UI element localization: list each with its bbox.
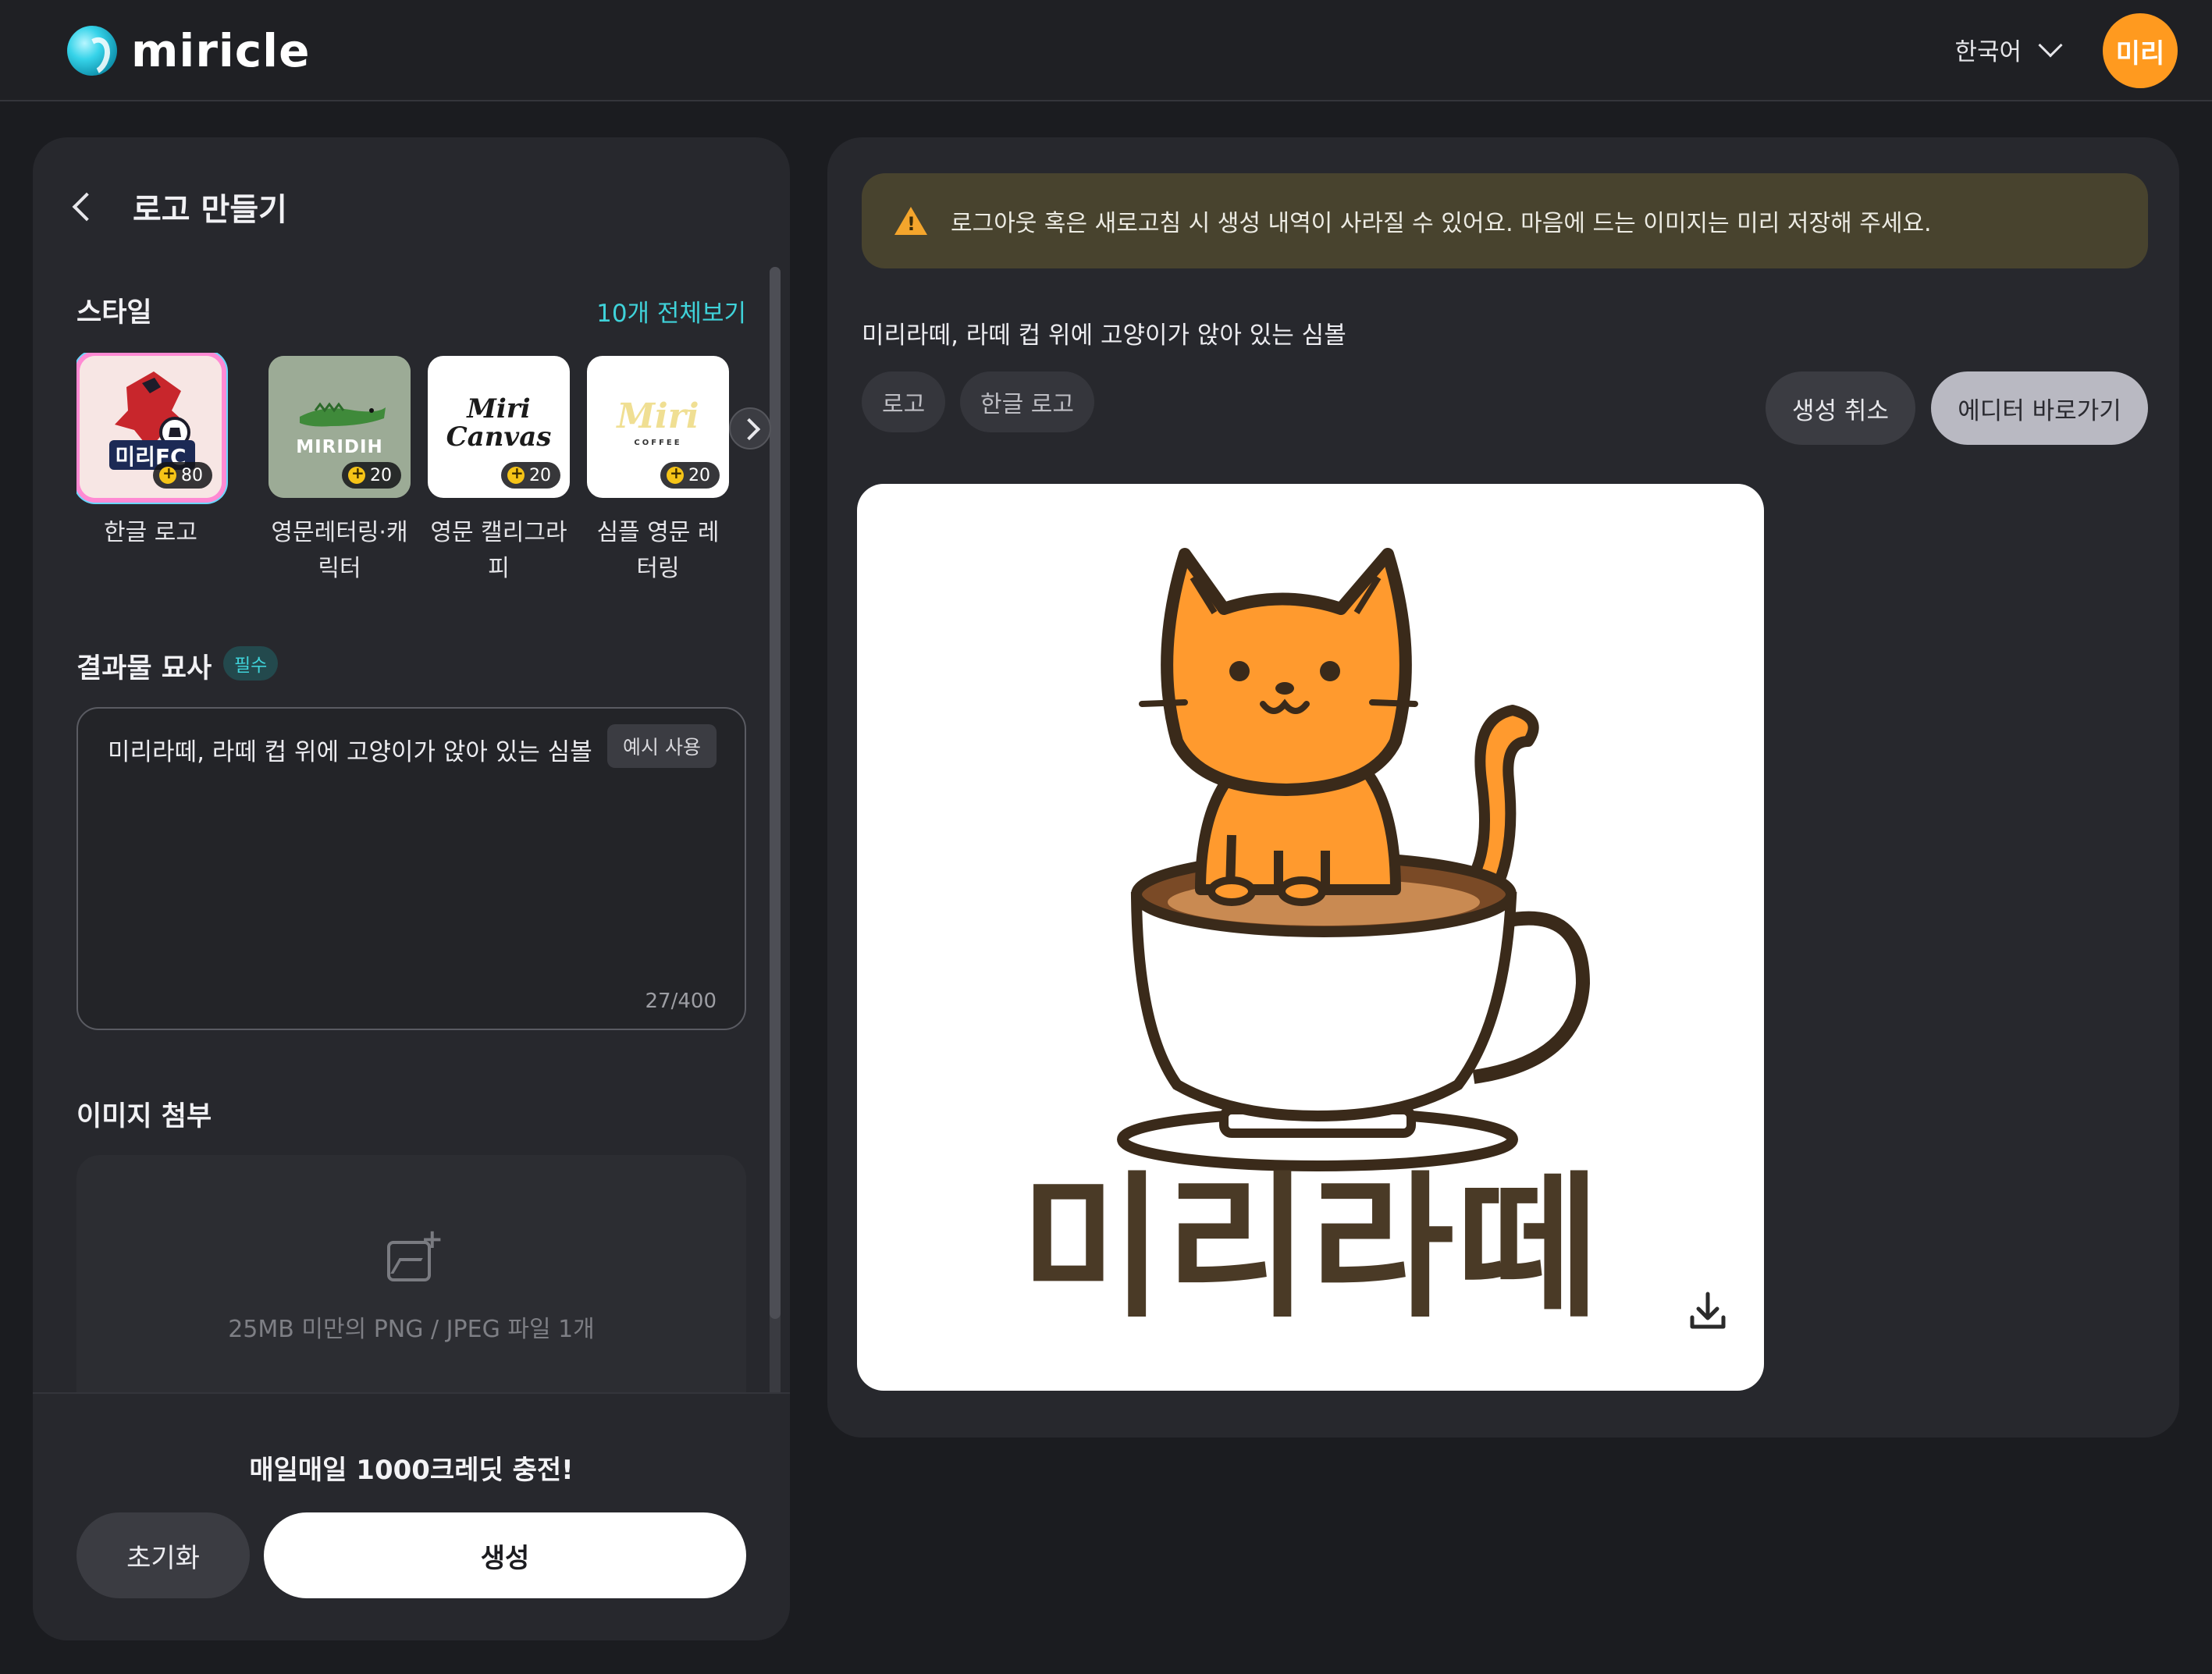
style-label: 영문레터링·캐릭터 xyxy=(271,519,408,582)
thumb-subtext: COFFEE xyxy=(634,439,682,447)
panel-header: 로고 만들기 xyxy=(72,184,287,229)
style-carousel: 미리FC 80 한글 로고 MIRIDIH 20 xyxy=(76,353,746,587)
credit-badge: 20 xyxy=(660,462,720,489)
required-badge: 필수 xyxy=(223,646,279,681)
credit-count: 20 xyxy=(370,465,392,485)
description-value: 미리라떼, 라떼 컵 위에 고양이가 앉아 있는 심볼 xyxy=(108,738,592,766)
add-image-icon xyxy=(387,1224,443,1281)
tag-chip-logo: 로고 xyxy=(862,371,946,432)
download-icon[interactable] xyxy=(1684,1288,1731,1335)
brand-logo[interactable]: miricle xyxy=(67,23,310,78)
scrollbar-thumb[interactable] xyxy=(770,267,781,1319)
language-label: 한국어 xyxy=(1954,37,2022,66)
panel-scrollbar[interactable] xyxy=(770,267,781,1452)
credit-count: 20 xyxy=(529,465,551,485)
use-example-button[interactable]: 예시 사용 xyxy=(607,724,717,768)
style-thumbnail: Miri Canvas 20 xyxy=(428,356,570,498)
credit-badge: 20 xyxy=(342,462,401,489)
upload-hint: 25MB 미만의 PNG / JPEG 파일 1개 xyxy=(228,1316,595,1343)
style-section-label: 스타일 xyxy=(76,297,152,329)
thumb-text: Miri Canvas xyxy=(446,393,552,453)
credit-count: 20 xyxy=(688,465,710,485)
warning-icon xyxy=(894,207,927,235)
logo-wordmark: 미리라떼 xyxy=(1019,1157,1601,1339)
result-prompt: 미리라떼, 라떼 컵 위에 고양이가 앉아 있는 심볼 xyxy=(862,322,1346,350)
warning-banner: 로그아웃 혹은 새로고침 시 생성 내역이 사라질 수 있어요. 마음에 드는 … xyxy=(862,173,2148,268)
style-label: 영문 캘리그라피 xyxy=(430,519,567,582)
description-label: 결과물 묘사 xyxy=(76,653,212,684)
thumb-text: Miri xyxy=(617,396,699,436)
panel-footer: 매일매일 1000크레딧 충전! 초기화 생성 xyxy=(33,1392,790,1640)
style-label: 한글 로고 xyxy=(104,519,197,546)
panel-title: 로고 만들기 xyxy=(133,192,287,228)
chevron-down-icon xyxy=(2038,33,2063,58)
thumb-text: MIRIDIH xyxy=(296,437,383,457)
credit-promo-text: 매일매일 1000크레딧 충전! xyxy=(249,1455,574,1486)
logo-maker-panel: 로고 만들기 스타일 10개 전체보기 미리FC 80 xyxy=(33,137,790,1640)
go-to-editor-button[interactable]: 에디터 바로가기 xyxy=(1931,371,2148,445)
generated-logo-card[interactable]: 미리라떼 xyxy=(857,484,1764,1391)
reset-button[interactable]: 초기화 xyxy=(76,1512,250,1598)
style-card-korean-logo[interactable]: 미리FC 80 한글 로고 xyxy=(80,356,222,551)
credit-coin-icon xyxy=(348,464,365,484)
user-avatar[interactable]: 미리 xyxy=(2103,13,2178,88)
credit-coin-icon xyxy=(507,464,525,484)
back-arrow-icon[interactable] xyxy=(72,192,101,222)
generate-button[interactable]: 생성 xyxy=(264,1512,746,1598)
warning-text: 로그아웃 혹은 새로고침 시 생성 내역이 사라질 수 있어요. 마음에 드는 … xyxy=(951,210,1932,237)
credit-coin-icon xyxy=(667,464,684,484)
miricle-logo-icon xyxy=(67,26,117,76)
result-panel: 로그아웃 혹은 새로고침 시 생성 내역이 사라질 수 있어요. 마음에 드는 … xyxy=(827,137,2179,1438)
see-all-styles-link[interactable]: 10개 전체보기 xyxy=(596,293,746,329)
top-bar: miricle 한국어 미리 xyxy=(0,0,2212,101)
character-counter: 27/400 xyxy=(645,990,717,1013)
brand-name: miricle xyxy=(131,24,311,77)
credit-count: 80 xyxy=(181,465,203,485)
carousel-next-button[interactable] xyxy=(729,407,771,450)
style-thumbnail: MIRIDIH 20 xyxy=(268,356,411,498)
style-thumbnail: 미리FC 80 xyxy=(80,356,222,498)
style-card-english-calligraphy[interactable]: Miri Canvas 20 영문 캘리그라피 xyxy=(428,356,570,587)
credit-badge: 80 xyxy=(153,462,212,489)
style-card-simple-english-lettering[interactable]: Miri COFFEE 20 심플 영문 레터링 xyxy=(587,356,729,587)
credit-coin-icon xyxy=(159,464,176,484)
style-card-english-lettering-character[interactable]: MIRIDIH 20 영문레터링·캐릭터 xyxy=(268,356,411,587)
attachment-label: 이미지 첨부 xyxy=(76,1101,212,1132)
cancel-generation-button[interactable]: 생성 취소 xyxy=(1766,371,1915,445)
tag-chip-korean-logo: 한글 로고 xyxy=(960,371,1094,432)
credit-badge: 20 xyxy=(501,462,560,489)
language-selector[interactable]: 한국어 xyxy=(1954,30,2063,69)
description-textarea[interactable]: 미리라떼, 라떼 컵 위에 고양이가 앉아 있는 심볼 예시 사용 27/400 xyxy=(76,707,746,1030)
style-thumbnail: Miri COFFEE 20 xyxy=(587,356,729,498)
style-label: 심플 영문 레터링 xyxy=(596,519,720,582)
